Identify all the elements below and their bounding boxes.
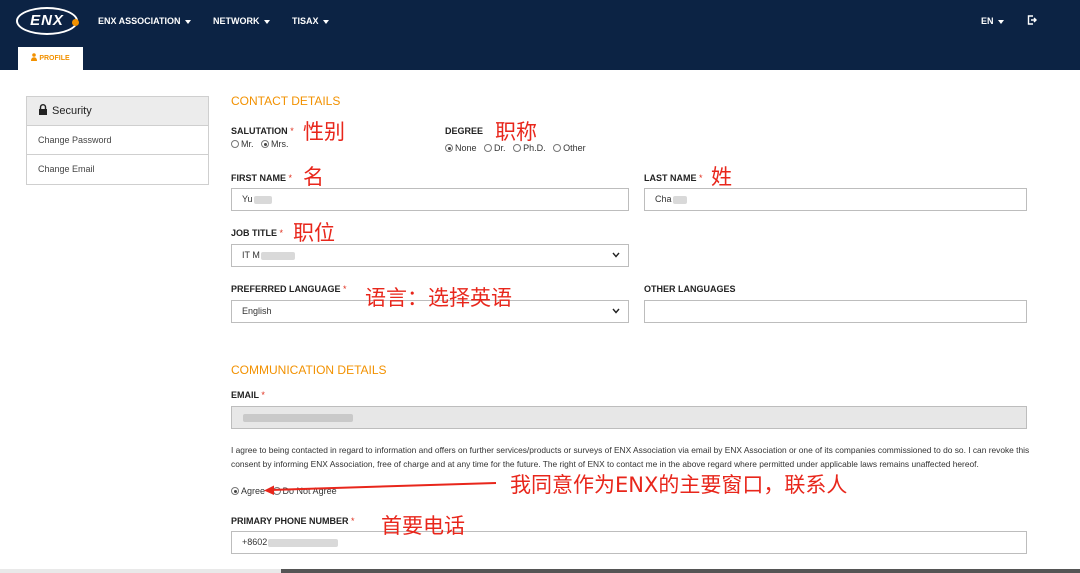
communication-details-title: COMMUNICATION DETAILS (231, 363, 387, 377)
degree-label: DEGREE (445, 126, 484, 136)
lock-icon (39, 104, 47, 115)
annotation-job-title: 职位 (293, 221, 335, 245)
sidebar-item-change-password[interactable]: Change Password (27, 126, 208, 155)
sidebar-item-change-email[interactable]: Change Email (27, 155, 208, 184)
salutation-label: SALUTATION * (231, 126, 294, 136)
radio-agree[interactable] (231, 487, 239, 495)
annotation-last-name: 姓 (711, 165, 732, 189)
consent-agree[interactable]: Agree (231, 486, 265, 496)
other-languages-input[interactable] (644, 300, 1027, 323)
annotation-consent: 我同意作为ENX的主要窗口，联系人 (510, 473, 848, 497)
email-label: EMAIL * (231, 390, 265, 400)
redacted-text (268, 538, 339, 547)
radio-mrs[interactable] (261, 140, 270, 148)
first-name-input[interactable]: Yu (231, 188, 629, 211)
salutation-mr[interactable]: Mr. (231, 139, 254, 149)
redacted-text (243, 413, 353, 422)
nav-network[interactable]: NETWORK (213, 16, 270, 26)
nav-enx-association[interactable]: ENX ASSOCIATION (98, 16, 191, 26)
chevron-down-icon (612, 308, 620, 314)
person-icon (31, 53, 38, 61)
job-title-label: JOB TITLE * (231, 228, 284, 238)
annotation-salutation: 性别 (303, 120, 345, 144)
annotation-degree: 职称 (495, 120, 537, 144)
security-sidebar: Security Change Password Change Email (26, 96, 209, 185)
other-languages-label: OTHER LANGUAGES (644, 284, 736, 294)
sidebar-heading: Security (27, 97, 208, 126)
phone-label: PRIMARY PHONE NUMBER * (231, 516, 355, 526)
radio-none[interactable] (445, 144, 453, 152)
caret-down-icon (263, 19, 270, 24)
salutation-mrs[interactable]: Mrs. (261, 139, 289, 149)
phone-input[interactable]: +8602 (231, 531, 1027, 554)
logout-icon[interactable] (1027, 15, 1037, 25)
radio-dr[interactable] (484, 144, 493, 152)
enx-logo[interactable]: ENX (16, 7, 79, 35)
radio-other[interactable] (553, 144, 562, 152)
language-switcher[interactable]: EN (981, 16, 1004, 26)
annotation-arrow-icon (264, 482, 497, 495)
redacted-text (260, 251, 295, 260)
annotation-language: 语言：选择英语 (365, 286, 512, 310)
contact-details-title: CONTACT DETAILS (231, 94, 341, 108)
chevron-down-icon (612, 252, 620, 258)
last-name-label: LAST NAME * (644, 173, 703, 183)
radio-mr[interactable] (231, 140, 239, 148)
logo-dot (72, 19, 79, 26)
nav-tisax[interactable]: TISAX (292, 16, 329, 26)
first-name-label: FIRST NAME * (231, 173, 293, 183)
preferred-language-label: PREFERRED LANGUAGE * (231, 284, 347, 294)
caret-down-icon (997, 19, 1004, 24)
tab-profile[interactable]: PROFILE (18, 47, 83, 70)
caret-down-icon (322, 19, 329, 24)
annotation-first-name: 名 (303, 165, 324, 189)
annotation-phone: 首要电话 (381, 514, 465, 538)
last-name-input[interactable]: Cha (644, 188, 1027, 211)
redacted-text (253, 195, 272, 204)
bottom-scrollbar (0, 569, 1080, 573)
degree-none[interactable]: None (445, 143, 477, 153)
degree-other[interactable]: Other (553, 143, 586, 153)
email-input[interactable] (231, 406, 1027, 429)
consent-text: I agree to being contacted in regard to … (231, 445, 1030, 469)
caret-down-icon (184, 19, 191, 24)
salutation-radio-group: Mr. Mrs. (231, 139, 294, 149)
redacted-text (672, 195, 687, 204)
top-navbar: ENX ENX ASSOCIATION NETWORK TISAX EN PRO… (0, 0, 1080, 70)
job-title-select[interactable]: IT M (231, 244, 629, 267)
